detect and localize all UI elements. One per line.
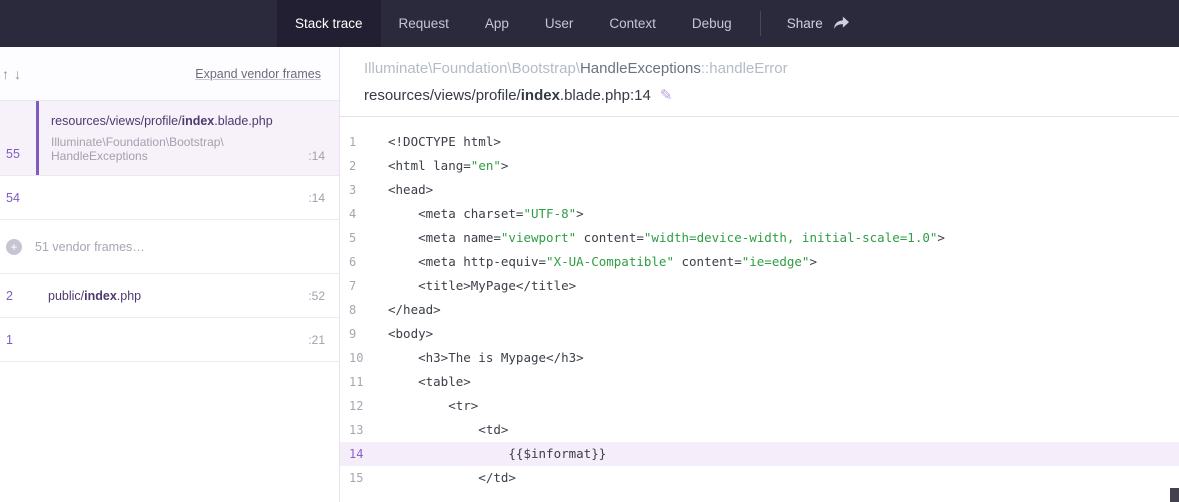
frame-number: 55 (0, 101, 36, 175)
code-line-text: <meta name="viewport" content="width=dev… (372, 226, 945, 250)
frame-class: Illuminate\Foundation\Bootstrap\ HandleE… (51, 135, 224, 163)
code-line-3: 3<head> (340, 178, 1179, 202)
share-arrow-icon (833, 16, 850, 31)
share-button[interactable]: Share (761, 0, 868, 47)
code-line-number: 7 (340, 274, 372, 298)
code-line-5: 5 <meta name="viewport" content="width=d… (340, 226, 1179, 250)
code-line-number: 1 (340, 130, 372, 154)
vendor-frames-label: 51 vendor frames… (35, 240, 145, 254)
code-line-9: 9<body> (340, 322, 1179, 346)
edit-file-icon[interactable]: ✎ (660, 87, 673, 104)
code-line-text: <html lang="en"> (372, 154, 508, 178)
stack-frame-55[interactable]: 55 resources/views/profile/index.blade.p… (0, 101, 339, 176)
code-viewer: 1<!DOCTYPE html>2<html lang="en">3<head>… (340, 117, 1179, 502)
code-line-text: <meta http-equiv="X-UA-Compatible" conte… (372, 250, 817, 274)
code-line-text: </head> (372, 298, 441, 322)
code-line-text: <title>MyPage</title> (372, 274, 576, 298)
frame-line-number: :21 (308, 333, 325, 347)
code-line-number: 13 (340, 418, 372, 442)
frame-file-path: public/index.php (48, 289, 141, 303)
code-line-13: 13 <td> (340, 418, 1179, 442)
code-line-number: 2 (340, 154, 372, 178)
frame-body: :21 (36, 318, 339, 361)
stack-frame-1[interactable]: 1 :21 (0, 318, 339, 362)
frame-detail-header: Illuminate\Foundation\Bootstrap\HandleEx… (340, 47, 1179, 117)
frame-nav-arrows: ↑ ↓ (2, 66, 21, 82)
code-line-number: 8 (340, 298, 372, 322)
content-area: ↑ ↓ Expand vendor frames 55 resources/vi… (0, 47, 1179, 502)
expand-vendor-frames-link[interactable]: Expand vendor frames (195, 67, 321, 81)
next-frame-arrow-icon[interactable]: ↓ (14, 66, 21, 82)
code-line-number: 6 (340, 250, 372, 274)
code-line-text: <head> (372, 178, 433, 202)
frame-line-number: :14 (308, 191, 325, 205)
tab-debug[interactable]: Debug (674, 0, 750, 47)
code-line-number: 9 (340, 322, 372, 346)
exception-handler-title: Illuminate\Foundation\Bootstrap\HandleEx… (364, 60, 1155, 77)
sidebar-empty-space (0, 362, 339, 502)
code-line-6: 6 <meta http-equiv="X-UA-Compatible" con… (340, 250, 1179, 274)
frame-file-path: resources/views/profile/index.blade.php (51, 114, 325, 128)
frame-number: 1 (0, 318, 36, 361)
code-line-4: 4 <meta charset="UTF-8"> (340, 202, 1179, 226)
error-debug-page: Stack trace Request App User Context Deb… (0, 0, 1179, 502)
plus-circle-icon: + (6, 239, 22, 255)
code-line-text: <!DOCTYPE html> (372, 130, 501, 154)
tab-context[interactable]: Context (591, 0, 674, 47)
code-line-15: 15 </td> (340, 466, 1179, 490)
code-line-1: 1<!DOCTYPE html> (340, 130, 1179, 154)
vertical-scrollbar (1170, 47, 1179, 502)
code-line-text: <table> (372, 370, 471, 394)
frame-body: :14 (36, 176, 339, 219)
code-line-14: 14 {{$informat}} (340, 442, 1179, 466)
tab-app[interactable]: App (467, 0, 527, 47)
share-button-label: Share (787, 16, 823, 31)
frame-number: 54 (0, 176, 36, 219)
code-line-number: 4 (340, 202, 372, 226)
frame-detail-panel: Illuminate\Foundation\Bootstrap\HandleEx… (340, 47, 1179, 502)
tab-user[interactable]: User (527, 0, 592, 47)
code-line-number: 10 (340, 346, 372, 370)
code-line-text: <h3>The is Mypage</h3> (372, 346, 584, 370)
prev-frame-arrow-icon[interactable]: ↑ (2, 66, 9, 82)
open-file-title: resources/views/profile/index.blade.php:… (364, 86, 1155, 104)
frame-body: resources/views/profile/index.blade.php … (36, 101, 339, 175)
code-line-text: </td> (372, 466, 516, 490)
code-line-number: 14 (340, 442, 372, 466)
frame-number: 2 (0, 274, 36, 317)
code-line-2: 2<html lang="en"> (340, 154, 1179, 178)
code-line-text: <body> (372, 322, 433, 346)
code-line-number: 3 (340, 178, 372, 202)
code-line-number: 12 (340, 394, 372, 418)
stack-frame-54[interactable]: 54 :14 (0, 176, 339, 220)
code-line-text: <tr> (372, 394, 478, 418)
code-line-number: 11 (340, 370, 372, 394)
code-line-8: 8</head> (340, 298, 1179, 322)
code-line-10: 10 <h3>The is Mypage</h3> (340, 346, 1179, 370)
code-line-number: 5 (340, 226, 372, 250)
top-navbar: Stack trace Request App User Context Deb… (0, 0, 1179, 47)
vendor-frames-toggle[interactable]: + 51 vendor frames… (0, 220, 339, 274)
frame-line-number: :52 (308, 289, 325, 303)
sidebar-header: ↑ ↓ Expand vendor frames (0, 47, 339, 101)
tab-request[interactable]: Request (381, 0, 467, 47)
frame-body: public/index.php :52 (36, 274, 339, 317)
stack-frame-2[interactable]: 2 public/index.php :52 (0, 274, 339, 318)
tab-bar: Stack trace Request App User Context Deb… (277, 0, 750, 47)
code-line-text: <meta charset="UTF-8"> (372, 202, 584, 226)
code-line-11: 11 <table> (340, 370, 1179, 394)
frame-meta: Illuminate\Foundation\Bootstrap\ HandleE… (51, 135, 325, 163)
code-line-text: <td> (372, 418, 508, 442)
scrollbar-thumb[interactable] (1170, 488, 1179, 502)
stack-frames-sidebar: ↑ ↓ Expand vendor frames 55 resources/vi… (0, 47, 340, 502)
code-line-7: 7 <title>MyPage</title> (340, 274, 1179, 298)
code-line-text: {{$informat}} (372, 442, 606, 466)
frame-line-number: :14 (308, 149, 325, 163)
tab-stack-trace[interactable]: Stack trace (277, 0, 381, 47)
code-line-12: 12 <tr> (340, 394, 1179, 418)
code-line-number: 15 (340, 466, 372, 490)
